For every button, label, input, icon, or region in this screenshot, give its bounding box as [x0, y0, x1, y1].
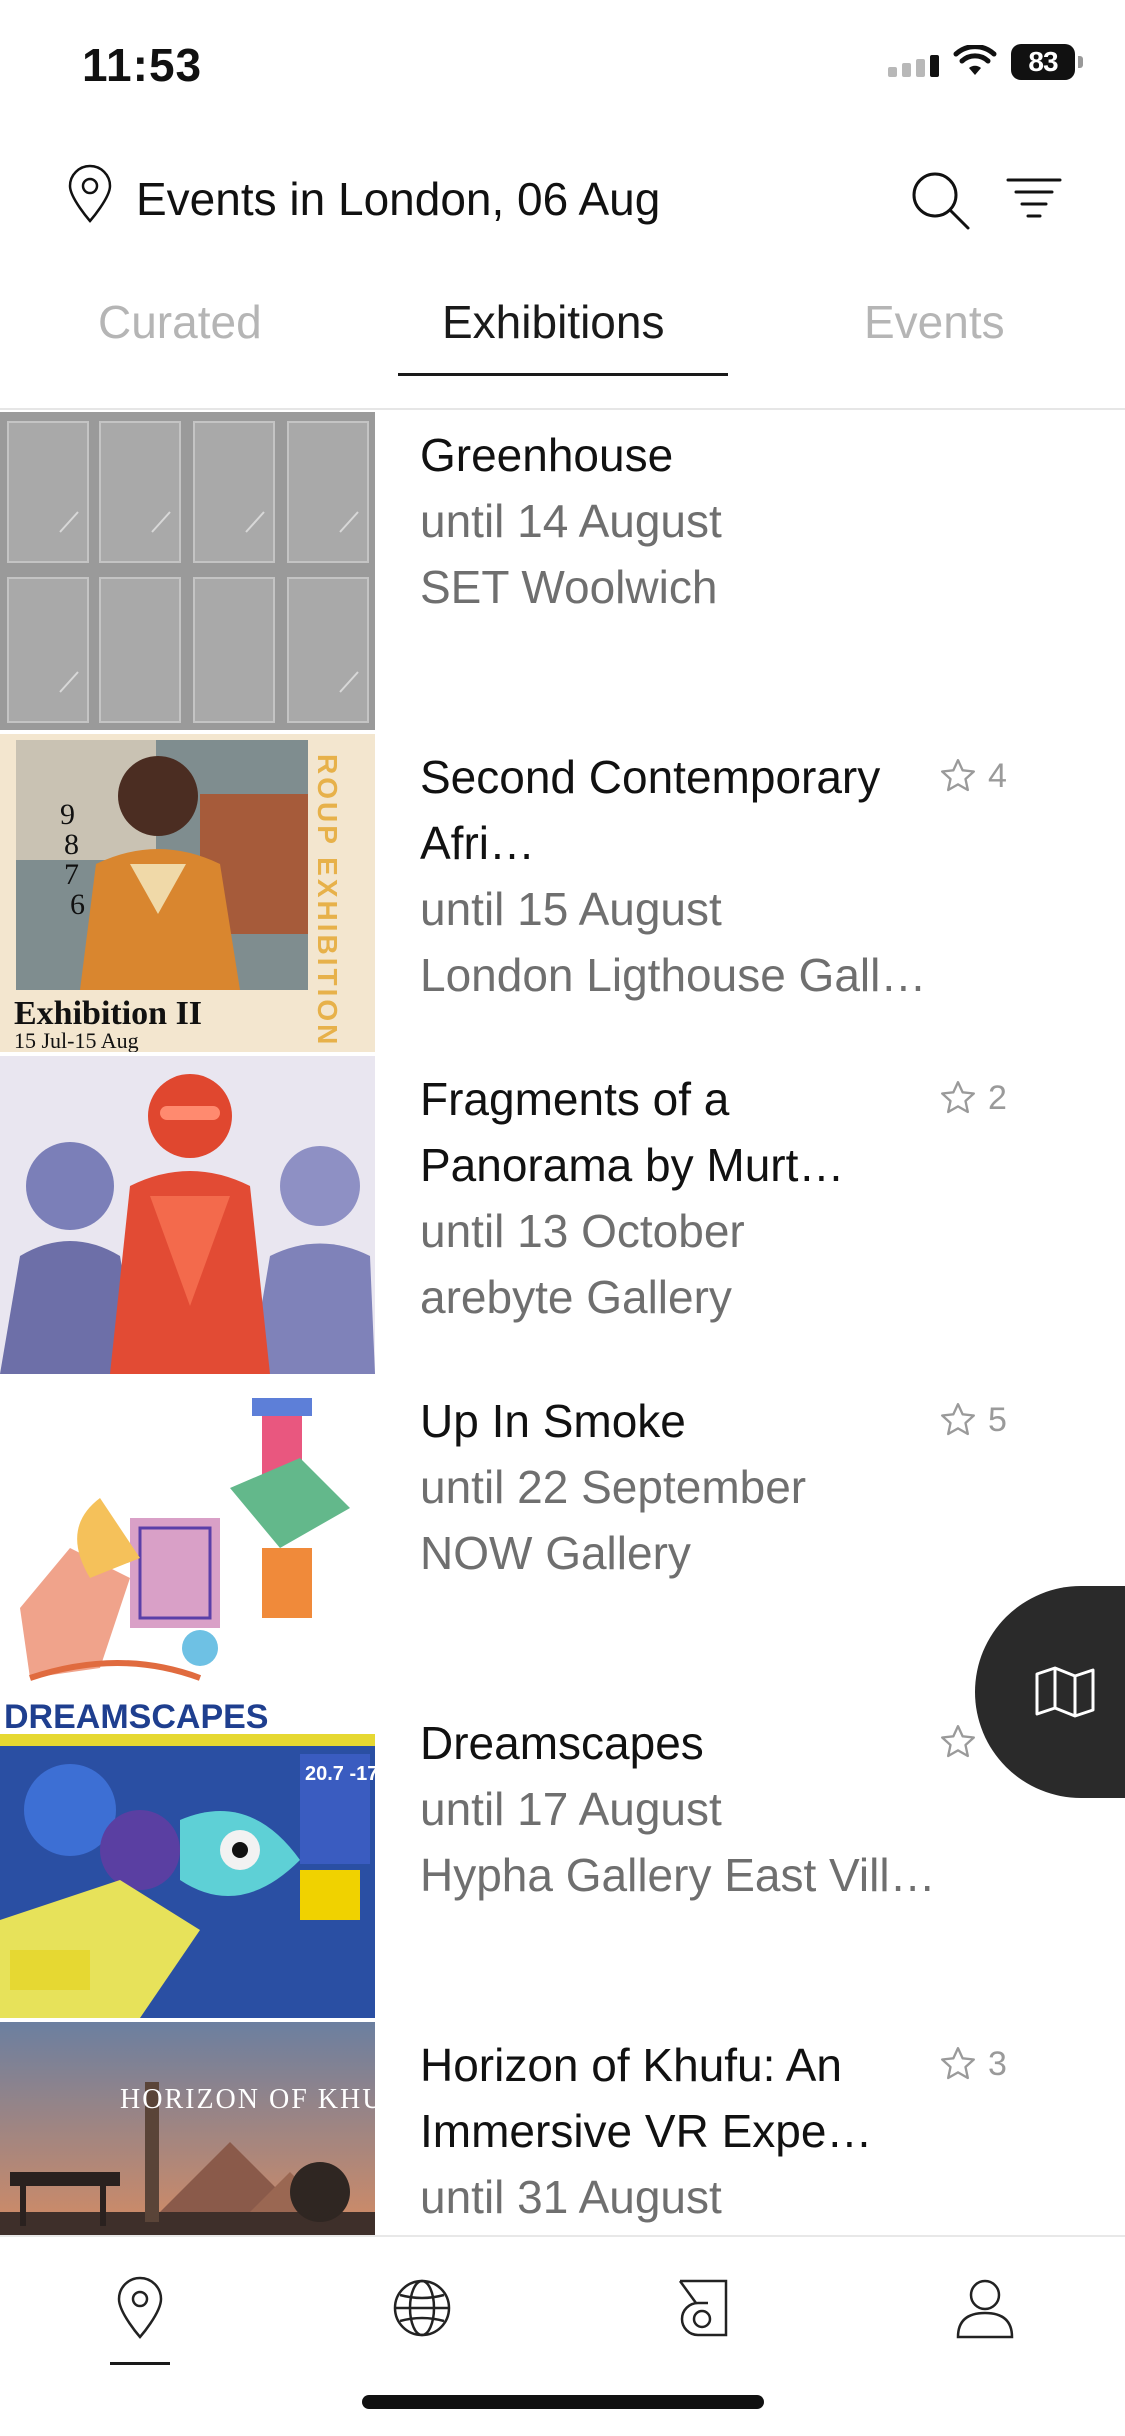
tab-bar: Curated Exhibitions Events — [0, 285, 1125, 410]
rating[interactable]: 2 — [938, 1078, 1007, 1118]
exhibition-date: until 31 August — [420, 2171, 722, 2223]
map-pin-icon — [117, 2276, 163, 2339]
tab-events[interactable]: Events — [864, 295, 1005, 349]
cellular-signal-icon — [888, 47, 939, 77]
star-outline-icon — [941, 1403, 975, 1436]
wifi-icon — [953, 45, 997, 75]
exhibition-venue: arebyte Gallery — [420, 1271, 732, 1323]
thumbnail-logo: HORIZON OF KHUFU — [120, 2084, 375, 2115]
map-pin-icon — [68, 164, 112, 223]
thumbnail-dates: 15 Jul-15 Aug — [14, 1028, 139, 1052]
star-outline-icon — [941, 1725, 975, 1758]
exhibition-date: until 17 August — [420, 1783, 722, 1835]
exhibition-title: Horizon of Khufu: An Immersive VR Expe… — [420, 2039, 873, 2157]
exhibition-thumbnail — [0, 412, 375, 730]
rating-count: 4 — [988, 756, 1007, 795]
list-item[interactable]: DREAMSCAPES 20.7 -17.8 2024 Dreamscapes … — [0, 1700, 1125, 2022]
nav-app-home[interactable] — [668, 2273, 738, 2343]
home-indicator[interactable] — [362, 2395, 764, 2409]
exhibition-title: Greenhouse — [420, 429, 674, 481]
rating[interactable]: 4 — [938, 756, 1007, 796]
location-title[interactable]: Events in London, 06 Aug — [136, 172, 660, 226]
list-item[interactable]: 9876 ROUP EXHIBITION Exhibition II 15 Ju… — [0, 734, 1125, 1056]
active-tab-indicator — [398, 373, 728, 376]
list-item[interactable]: Up In Smoke until 22 September NOW Galle… — [0, 1378, 1125, 1700]
thumbnail-dates: 20.7 -17.8 2024 — [305, 1763, 375, 1785]
list-item[interactable]: Greenhouse until 14 August SET Woolwich — [0, 412, 1125, 734]
status-indicators: 83 — [888, 44, 1083, 80]
star-outline-icon — [941, 1081, 975, 1114]
status-bar: 11:53 83 — [0, 0, 1125, 140]
header: Events in London, 06 Aug — [0, 150, 1125, 250]
filter-icon[interactable] — [1004, 170, 1064, 226]
star-outline-icon — [941, 759, 975, 792]
exhibition-venue: London Ligthouse Gall… — [420, 949, 927, 1001]
thumbnail-caption: Exhibition II — [14, 995, 202, 1032]
battery-icon: 83 — [1011, 44, 1083, 80]
svg-text:8: 8 — [64, 828, 79, 861]
globe-icon — [393, 2279, 451, 2337]
exhibition-list[interactable]: Greenhouse until 14 August SET Woolwich … — [0, 412, 1125, 2235]
map-icon — [1035, 1666, 1095, 1718]
status-time: 11:53 — [82, 39, 203, 91]
rating-count: 3 — [988, 2044, 1007, 2083]
rating[interactable]: 5 — [938, 1400, 1007, 1440]
exhibition-date: until 13 October — [420, 1205, 745, 1257]
exhibition-thumbnail — [0, 1378, 375, 1696]
nav-profile[interactable] — [950, 2273, 1020, 2343]
exhibition-date: until 22 September — [420, 1461, 807, 1513]
profile-icon — [956, 2279, 1014, 2339]
svg-text:7: 7 — [64, 858, 79, 891]
rating[interactable]: 3 — [938, 2044, 1007, 2084]
exhibition-title: Up In Smoke — [420, 1395, 686, 1447]
svg-text:6: 6 — [70, 888, 85, 921]
search-icon[interactable] — [908, 168, 972, 232]
list-item[interactable]: HORIZON OF KHUFU Horizon of Khufu: An Im… — [0, 2022, 1125, 2235]
exhibition-title: Second Contemporary Afri… — [420, 751, 881, 869]
nav-explore[interactable] — [387, 2273, 457, 2343]
star-outline-icon — [941, 2046, 975, 2080]
exhibition-venue: SET Woolwich — [420, 561, 718, 613]
thumbnail-banner: DREAMSCAPES — [4, 1700, 268, 1736]
svg-text:9: 9 — [60, 798, 75, 831]
nav-active-indicator — [110, 2362, 170, 2365]
exhibition-thumbnail: 9876 ROUP EXHIBITION Exhibition II 15 Ju… — [0, 734, 375, 1052]
tab-curated[interactable]: Curated — [98, 295, 262, 349]
tab-exhibitions[interactable]: Exhibitions — [442, 295, 664, 349]
exhibition-venue: Hypha Gallery East Vill… — [420, 1849, 936, 1901]
nav-events-nearby[interactable] — [105, 2273, 175, 2343]
exhibition-title: Fragments of a Panorama by Murt… — [420, 1073, 845, 1191]
app-logo-icon — [678, 2279, 728, 2337]
exhibition-date: until 15 August — [420, 883, 722, 935]
list-item[interactable]: Fragments of a Panorama by Murt… until 1… — [0, 1056, 1125, 1378]
exhibition-thumbnail: DREAMSCAPES 20.7 -17.8 2024 — [0, 1700, 375, 2018]
exhibition-title: Dreamscapes — [420, 1717, 704, 1769]
battery-level: 83 — [1011, 44, 1075, 80]
exhibition-thumbnail: HORIZON OF KHUFU — [0, 2022, 375, 2235]
rating-count: 5 — [988, 1400, 1007, 1439]
thumbnail-side-text: ROUP EXHIBITION — [312, 754, 343, 1047]
exhibition-date: until 14 August — [420, 495, 722, 547]
exhibition-venue: NOW Gallery — [420, 1527, 691, 1579]
exhibition-thumbnail — [0, 1056, 375, 1374]
rating-count: 2 — [988, 1078, 1007, 1117]
